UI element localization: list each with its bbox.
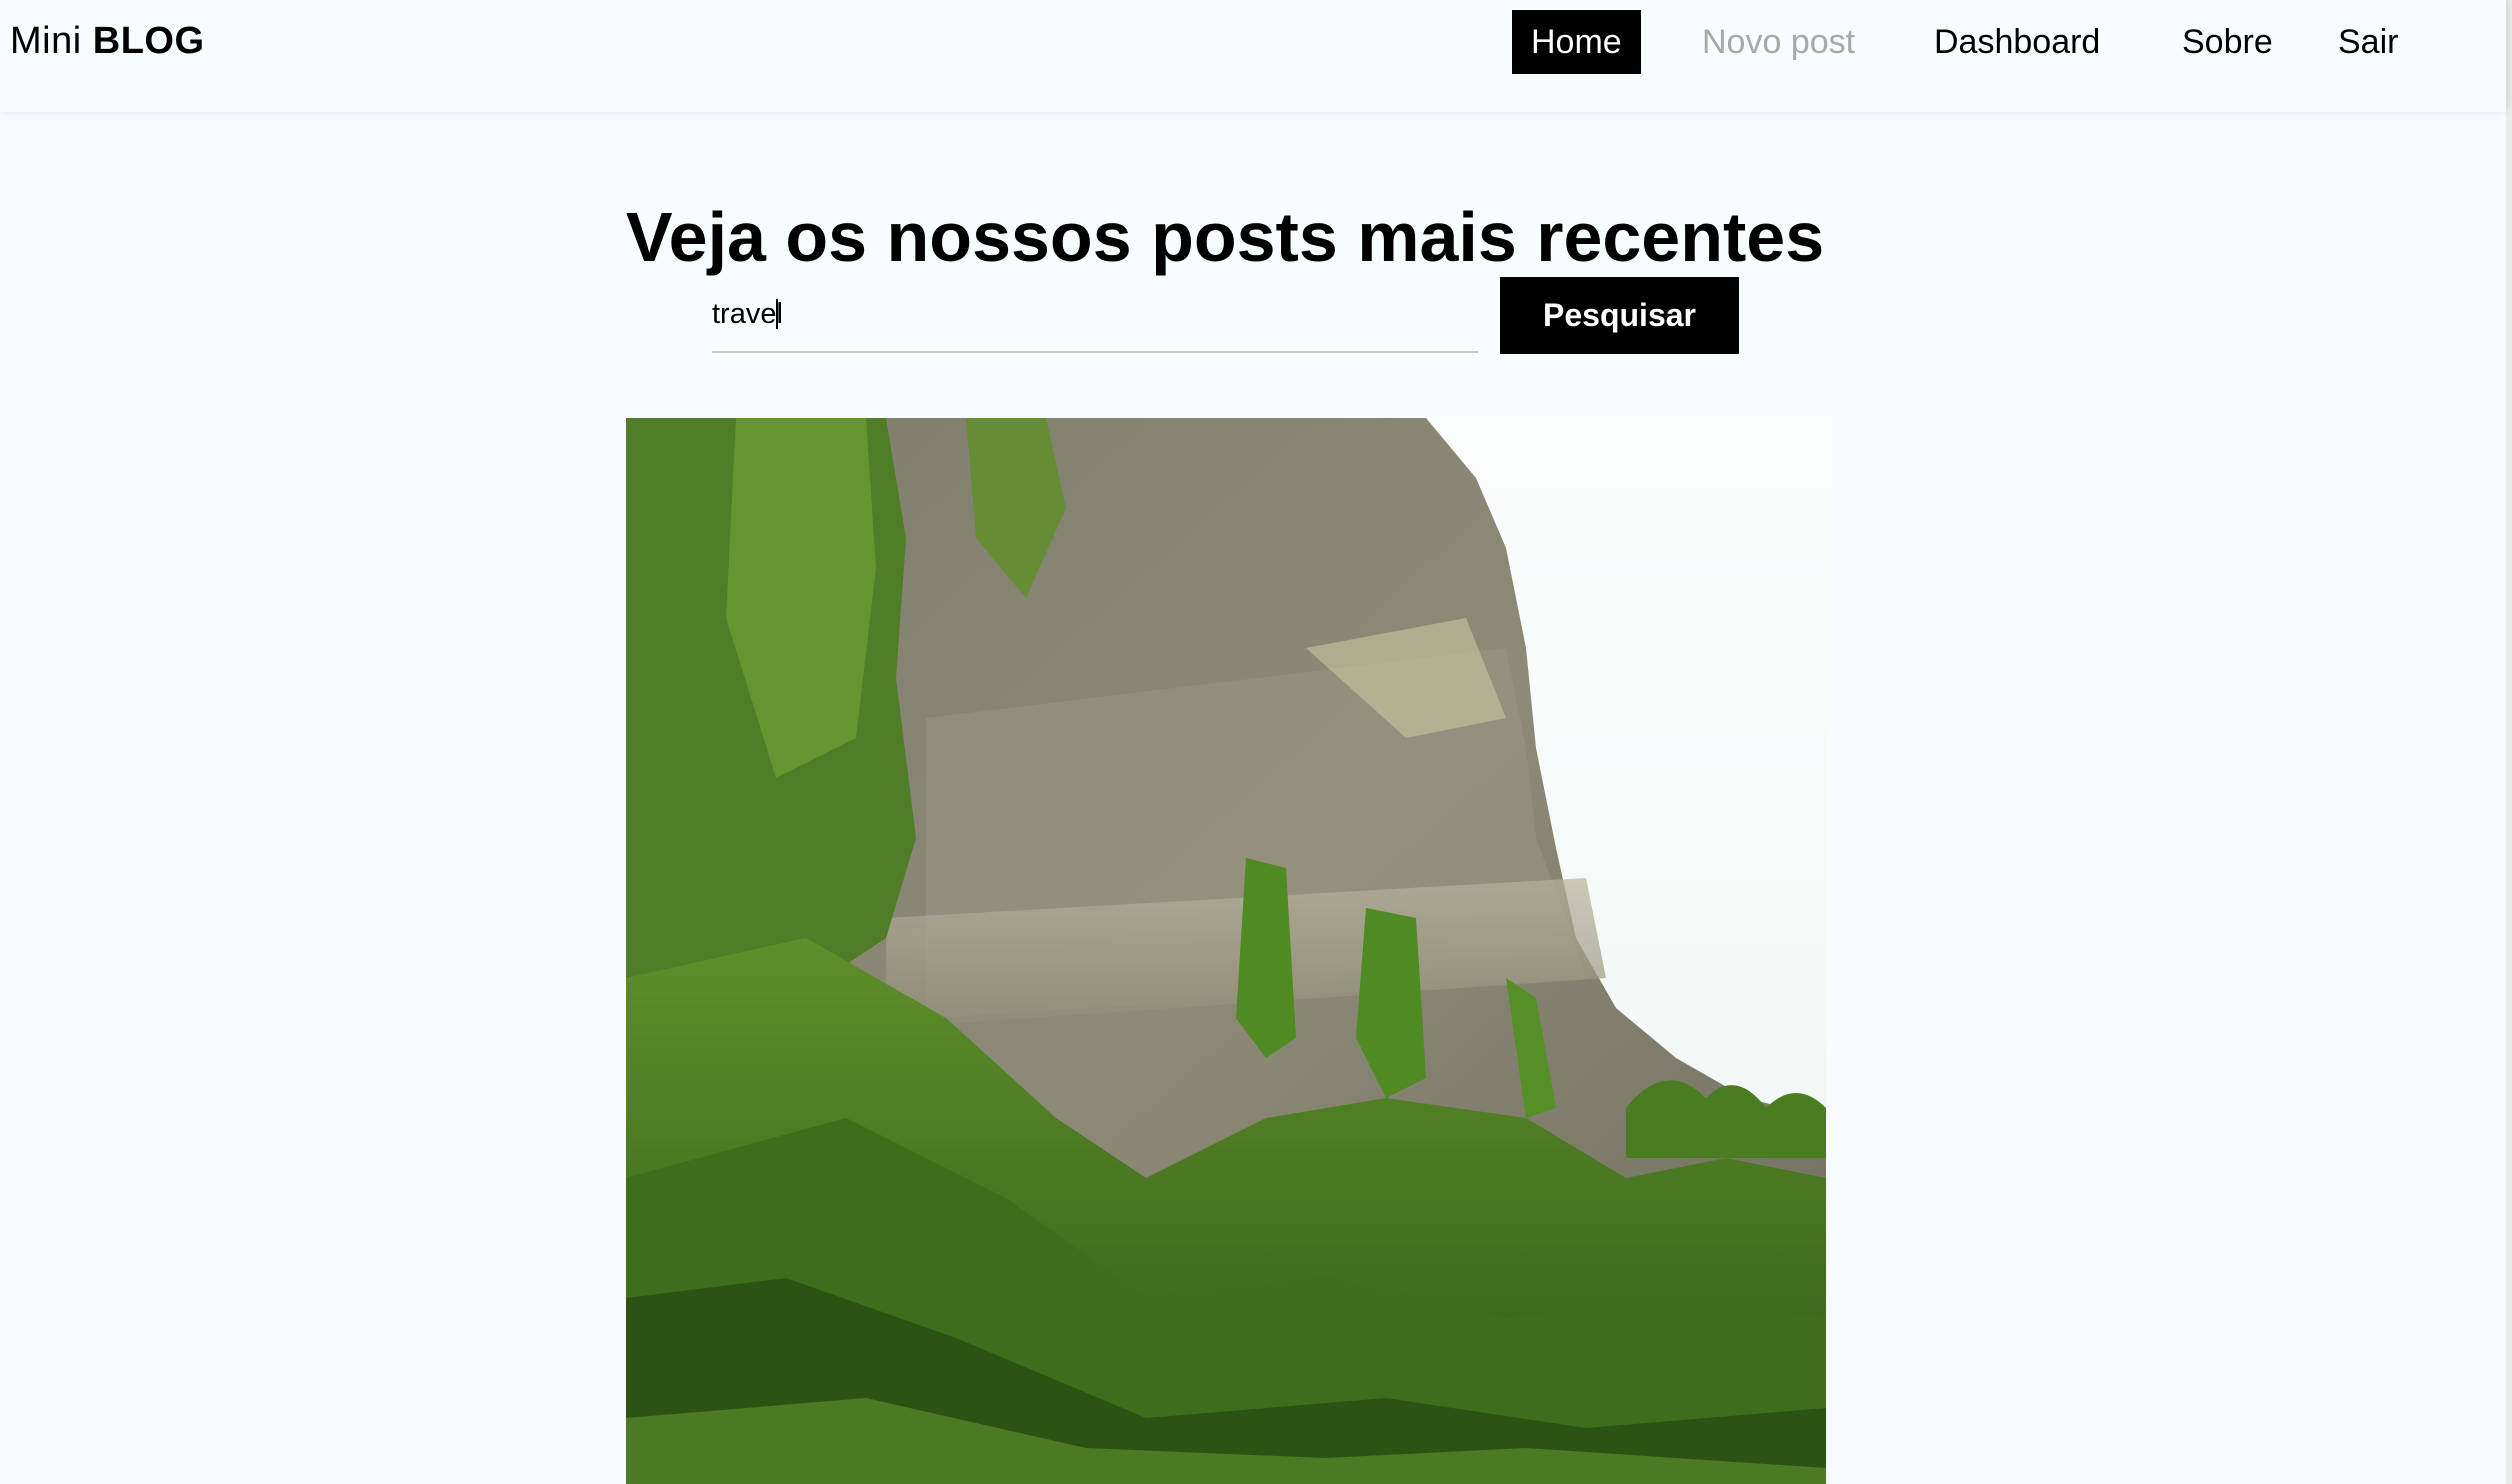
nav-link-dashboard[interactable]: Dashboard bbox=[1934, 10, 2100, 74]
nav-link-sair[interactable]: Sair bbox=[2338, 10, 2398, 74]
nav-links: Home Novo post Dashboard Sobre Sair bbox=[0, 10, 2506, 74]
search-input[interactable] bbox=[712, 277, 1478, 353]
nav-link-sobre[interactable]: Sobre bbox=[2182, 10, 2273, 74]
text-caret bbox=[776, 299, 778, 329]
page-title: Veja os nossos posts mais recentes bbox=[625, 197, 1825, 276]
page-edge-strip bbox=[2506, 0, 2512, 1484]
post-image[interactable] bbox=[626, 418, 1826, 1484]
search-form: Pesquisar bbox=[712, 277, 1739, 354]
search-button[interactable]: Pesquisar bbox=[1500, 277, 1739, 354]
navbar: Mini BLOG Home Novo post Dashboard Sobre… bbox=[0, 0, 2506, 112]
nav-link-home[interactable]: Home bbox=[1512, 10, 1641, 74]
cliff-landscape-image bbox=[626, 418, 1826, 1484]
nav-link-novo-post[interactable]: Novo post bbox=[1702, 10, 1855, 74]
